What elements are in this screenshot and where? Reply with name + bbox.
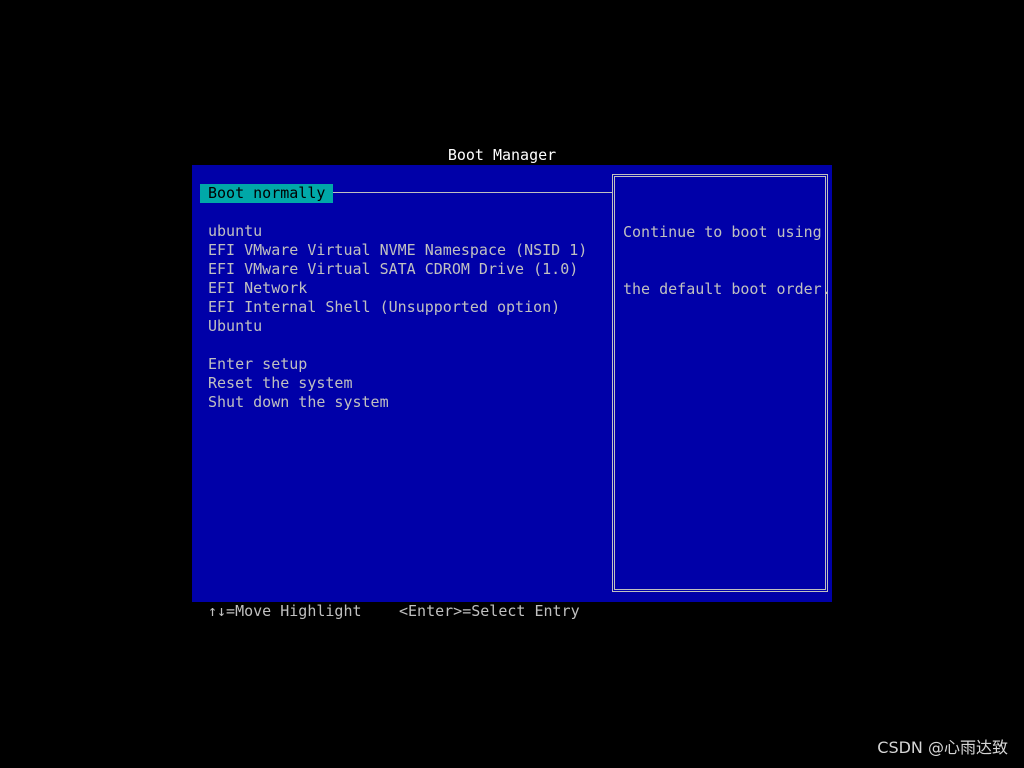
- menu-item-reset-system[interactable]: Reset the system: [200, 374, 600, 393]
- menu-item-ubuntu[interactable]: ubuntu: [200, 222, 600, 241]
- footer-select-hint: <Enter>=Select Entry: [399, 602, 580, 620]
- menu-item-enter-setup[interactable]: Enter setup: [200, 355, 600, 374]
- menu-item-ubuntu-alt[interactable]: Ubuntu: [200, 317, 600, 336]
- menu-spacer: [200, 203, 600, 222]
- watermark: CSDN @心雨达致: [877, 738, 1008, 757]
- menu-spacer: [200, 336, 600, 355]
- footer-move-hint: ↑↓=Move Highlight: [208, 602, 362, 620]
- help-text: Continue to boot using the default boot …: [623, 185, 831, 337]
- menu-item-efi-network[interactable]: EFI Network: [200, 279, 600, 298]
- menu-item-efi-cdrom[interactable]: EFI VMware Virtual SATA CDROM Drive (1.0…: [200, 260, 600, 279]
- help-text-line: Continue to boot using: [623, 223, 822, 241]
- menu-item-boot-normally[interactable]: Boot normally: [200, 184, 334, 203]
- help-box: Continue to boot using the default boot …: [612, 174, 831, 592]
- menu-item-efi-shell[interactable]: EFI Internal Shell (Unsupported option): [200, 298, 600, 317]
- menu-item-shut-down[interactable]: Shut down the system: [200, 393, 600, 412]
- help-text-line: the default boot order.: [623, 280, 831, 298]
- boot-menu: Boot normally ubuntu EFI VMware Virtual …: [200, 184, 600, 412]
- menu-item-efi-nvme[interactable]: EFI VMware Virtual NVME Namespace (NSID …: [200, 241, 600, 260]
- boot-manager-title: Boot Manager: [447, 146, 557, 164]
